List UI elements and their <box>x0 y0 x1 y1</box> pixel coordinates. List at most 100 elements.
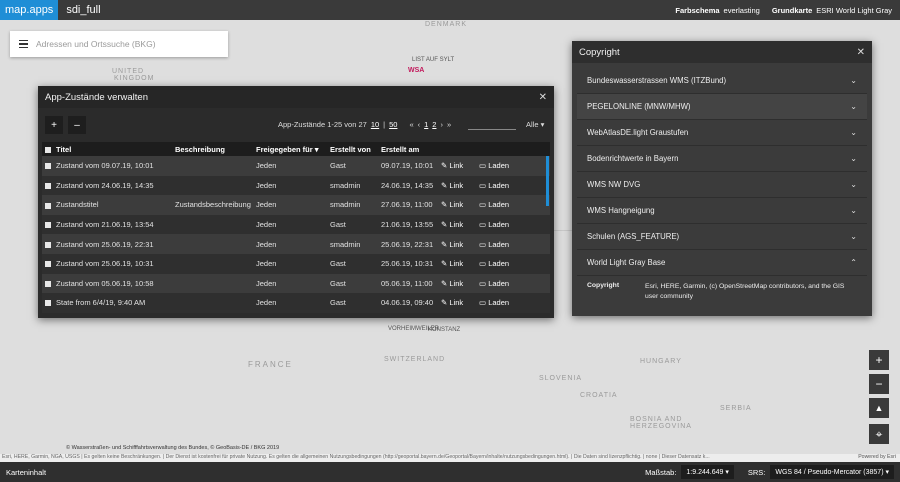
add-state-button[interactable]: + <box>45 116 63 134</box>
load-button[interactable]: ▭ Laden <box>476 293 550 313</box>
compass-icon[interactable]: ▲ <box>869 398 889 418</box>
map-label-slovenia: SLOVENIA <box>539 375 583 382</box>
measure-icon[interactable]: ⌖ <box>869 424 889 444</box>
load-button[interactable]: ▭ Laden <box>476 234 550 254</box>
link-button[interactable]: ✎ Link <box>438 195 476 215</box>
load-button[interactable]: ▭ Laden <box>476 273 550 294</box>
column-created-by[interactable]: Erstellt von <box>327 142 378 156</box>
copyright-item[interactable]: Bodenrichtwerte in Bayern ⌄ <box>577 146 867 172</box>
row-checkbox[interactable] <box>45 280 51 287</box>
page-2-link[interactable]: 2 <box>432 120 436 129</box>
scale-selector[interactable]: 1:9.244.649 ▾ <box>681 465 734 479</box>
zoom-in-button[interactable]: + <box>869 350 889 370</box>
chevron-down-icon: ⌄ <box>850 128 857 137</box>
map-label-switzerland: SWITZERLAND <box>384 356 446 363</box>
copyright-item[interactable]: Bundeswasserstrassen WMS (ITZBund) ⌄ <box>577 68 867 94</box>
map-label-serbia: SERBIA <box>720 405 752 412</box>
row-checkbox[interactable] <box>45 241 51 248</box>
basemap-selector[interactable]: Grundkarte ESRI World Light Gray <box>772 6 892 15</box>
close-icon[interactable]: ✕ <box>857 47 865 58</box>
link-button[interactable]: ✎ Link <box>438 156 476 176</box>
page-1-link[interactable]: 1 <box>424 120 428 129</box>
table-row[interactable]: Zustand vom 05.06.19, 10:58 Jeden Gast 05.… <box>42 273 550 294</box>
chevron-down-icon: ⌄ <box>850 154 857 163</box>
top-bar: map.apps sdi_full Farbschema everlasting … <box>0 0 900 20</box>
zoom-out-button[interactable]: − <box>869 374 889 394</box>
load-button[interactable]: ▭ Laden <box>476 175 550 196</box>
select-all-checkbox[interactable] <box>45 146 51 153</box>
page-size-10[interactable]: 10 <box>371 120 379 129</box>
search-box[interactable]: Adressen und Ortssuche (BKG) <box>10 31 228 57</box>
chevron-down-icon: ⌄ <box>850 102 857 111</box>
table-row[interactable]: Zustand vom 25.06.19, 10:31 Jeden Gast 25.… <box>42 253 550 274</box>
link-button[interactable]: ✎ Link <box>438 214 476 235</box>
color-scheme-selector[interactable]: Farbschema everlasting <box>675 6 759 15</box>
map-label-croatia: CROATIA <box>580 392 618 399</box>
load-button[interactable]: ▭ Laden <box>476 195 550 215</box>
basemap-label: Grundkarte <box>771 5 813 15</box>
copyright-item[interactable]: PEGELONLINE (MNW/MHW) ⌄ <box>577 94 867 120</box>
link-button[interactable]: ✎ Link <box>438 234 476 254</box>
copyright-item[interactable]: World Light Gray Base ⌃ <box>577 250 867 276</box>
brand-logo[interactable]: map.apps <box>0 0 59 20</box>
link-button[interactable]: ✎ Link <box>438 253 476 274</box>
link-button[interactable]: ✎ Link <box>438 175 476 196</box>
load-button[interactable]: ▭ Laden <box>476 156 550 176</box>
copyright-item[interactable]: WMS NW DVG ⌄ <box>577 172 867 198</box>
pager: App-Zustände 1-25 von 27 10 | 50 « ‹ 1 2 ›… <box>278 120 452 129</box>
pager-text: App-Zustände 1-25 von 27 <box>278 120 367 129</box>
table-row[interactable]: Zustand vom 21.06.19, 13:54 Jeden Gast 21.… <box>42 214 550 235</box>
last-page-icon[interactable]: » <box>447 120 451 129</box>
remove-state-button[interactable]: – <box>68 116 86 134</box>
table-row[interactable]: Zustand vom 24.06.19, 14:35 Jeden smadmin… <box>42 175 550 196</box>
close-icon[interactable]: ✕ <box>539 92 547 103</box>
row-checkbox[interactable] <box>45 202 51 209</box>
pencil-icon: ✎ <box>441 180 448 190</box>
next-page-icon[interactable]: › <box>440 120 443 129</box>
app-states-dialog: App-Zustände verwalten ✕ + – App-Zuständ… <box>38 86 554 318</box>
powered-by-link[interactable]: Powered by Esri <box>858 454 896 460</box>
filter-dropdown[interactable]: Alle ▾ <box>526 120 544 129</box>
row-checkbox[interactable] <box>45 163 51 170</box>
link-button[interactable]: ✎ Link <box>438 273 476 294</box>
page-size-50[interactable]: 50 <box>389 120 397 129</box>
row-checkbox[interactable] <box>45 261 51 268</box>
chevron-down-icon: ⌄ <box>850 76 857 85</box>
map-label-france: FRANCE <box>248 360 293 369</box>
prev-page-icon[interactable]: ‹ <box>418 120 421 129</box>
map-content-button[interactable]: Karteninhalt <box>0 468 46 477</box>
sort-desc-icon: ▾ <box>314 144 319 154</box>
link-button[interactable]: ✎ Link <box>438 293 476 313</box>
load-button[interactable]: ▭ Laden <box>476 253 550 274</box>
folder-icon: ▭ <box>479 200 487 210</box>
table-row[interactable]: Zustandstitel Zustandsbeschreibung Jeden s… <box>42 195 550 215</box>
copyright-item[interactable]: Schulen (AGS_FEATURE) ⌄ <box>577 224 867 250</box>
filter-value: Alle <box>526 120 539 129</box>
table-row[interactable]: State from 6/4/19, 9:40 AM Jeden Gast 04.0… <box>42 293 550 313</box>
pencil-icon: ✎ <box>441 239 448 249</box>
copyright-item[interactable]: WMS Hangneigung ⌄ <box>577 198 867 224</box>
load-button[interactable]: ▭ Laden <box>476 214 550 235</box>
column-created-at[interactable]: Erstellt am <box>378 142 438 156</box>
menu-icon[interactable] <box>10 39 36 49</box>
row-checkbox[interactable] <box>45 222 51 229</box>
bottom-bar: Karteninhalt Maßstab: 1:9.244.649 ▾ SRS:… <box>0 462 900 482</box>
color-scheme-label: Farbschema <box>675 5 720 15</box>
attribution-bar: Esri, HERE, Garmin, NGA, USGS | Es gelte… <box>0 454 900 462</box>
map-label-bosnia: BOSNIA AND HERZEGOVINA <box>630 416 692 430</box>
column-shared[interactable]: Freigegeben für ▾ <box>253 142 327 156</box>
srs-label: SRS: <box>747 467 766 477</box>
column-description[interactable]: Beschreibung <box>172 142 253 156</box>
search-input[interactable]: Adressen und Ortssuche (BKG) <box>36 39 156 49</box>
column-title[interactable]: Titel <box>42 142 172 156</box>
table-row[interactable]: Zustand vom 09.07.19, 10:01 Jeden Gast 09.… <box>42 156 550 176</box>
row-checkbox[interactable] <box>45 182 51 189</box>
first-page-icon[interactable]: « <box>409 120 413 129</box>
chevron-up-icon: ⌃ <box>850 258 857 267</box>
table-row[interactable]: Zustand vom 25.06.19, 22:31 Jeden smadmin… <box>42 234 550 254</box>
srs-selector[interactable]: WGS 84 / Pseudo-Mercator (3857) ▾ <box>770 465 894 479</box>
filter-input[interactable] <box>468 118 516 130</box>
copyright-item[interactable]: WebAtlasDE.light Graustufen ⌄ <box>577 120 867 146</box>
table-scrollbar[interactable] <box>546 156 549 206</box>
row-checkbox[interactable] <box>45 300 51 307</box>
